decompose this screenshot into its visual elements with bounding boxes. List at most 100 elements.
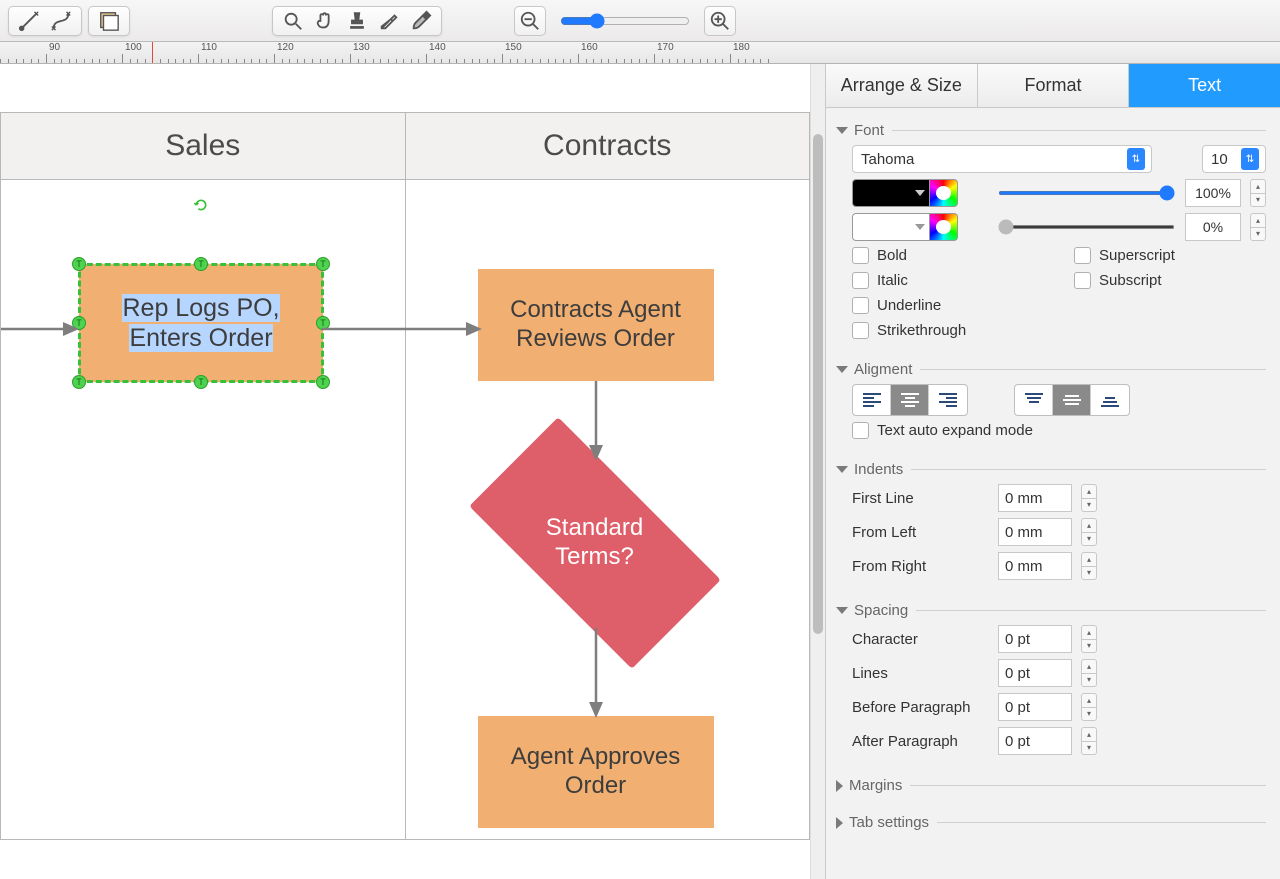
- section-header-margins[interactable]: Margins: [836, 777, 1266, 794]
- text-opacity-value[interactable]: 100%: [1185, 179, 1241, 207]
- rotate-handle[interactable]: [193, 190, 209, 206]
- layers-button[interactable]: [93, 7, 125, 35]
- bg-color-swatch[interactable]: [852, 213, 930, 241]
- vertical-scrollbar[interactable]: [810, 64, 825, 879]
- node-contracts-review[interactable]: Contracts Agent Reviews Order: [478, 269, 714, 381]
- tab-arrange-size[interactable]: Arrange & Size: [826, 64, 978, 107]
- indent-label: From Left: [852, 524, 988, 541]
- step-up-icon: ▴: [1082, 660, 1096, 674]
- arrow-terms-to-approve[interactable]: [589, 628, 603, 721]
- color-wheel-icon[interactable]: [930, 213, 958, 241]
- bg-opacity-value[interactable]: 0%: [1185, 213, 1241, 241]
- bg-opacity-stepper[interactable]: ▴▾: [1250, 213, 1266, 241]
- checkbox-icon: [852, 272, 869, 289]
- arrow-in-rep[interactable]: [1, 322, 79, 339]
- indent-stepper[interactable]: ▴▾: [1081, 518, 1097, 546]
- zoom-in-button[interactable]: [704, 6, 736, 36]
- font-family-select[interactable]: Tahoma ⇅: [852, 145, 1152, 173]
- spacing-input[interactable]: 0 pt: [998, 659, 1072, 687]
- zoom-slider[interactable]: [560, 13, 690, 29]
- canvas[interactable]: Sales Contracts Rep Logs PO, Enters Orde…: [0, 64, 825, 879]
- color-wheel-icon[interactable]: [930, 179, 958, 207]
- section-header-font[interactable]: Font: [836, 122, 1266, 139]
- check-strikethrough[interactable]: Strikethrough: [852, 322, 1044, 339]
- check-subscript[interactable]: Subscript: [1074, 272, 1266, 289]
- connector-direct-button[interactable]: [13, 7, 45, 35]
- spacing-input[interactable]: 0 pt: [998, 727, 1072, 755]
- bg-opacity-slider[interactable]: [998, 225, 1175, 229]
- section-header-indents[interactable]: Indents: [836, 461, 1266, 478]
- indent-input[interactable]: 0 mm: [998, 552, 1072, 580]
- ruler-tick-label: 100: [125, 42, 142, 53]
- spacing-row: Lines0 pt▴▾: [852, 659, 1266, 687]
- arrow-rep-to-review[interactable]: [322, 322, 482, 339]
- section-header-tab-settings[interactable]: Tab settings: [836, 814, 1266, 831]
- spacing-stepper[interactable]: ▴▾: [1081, 659, 1097, 687]
- valign-middle-button[interactable]: [1053, 385, 1091, 415]
- spacing-stepper[interactable]: ▴▾: [1081, 727, 1097, 755]
- section-font: Font Tahoma ⇅ 10 ⇅ 100%: [826, 108, 1280, 347]
- indent-input[interactable]: 0 mm: [998, 518, 1072, 546]
- text-color-control[interactable]: [852, 179, 958, 207]
- text-opacity-stepper[interactable]: ▴▾: [1250, 179, 1266, 207]
- bg-color-control[interactable]: [852, 213, 958, 241]
- check-italic[interactable]: Italic: [852, 272, 1044, 289]
- align-right-button[interactable]: [929, 385, 967, 415]
- step-down-icon: ▾: [1251, 228, 1265, 241]
- resize-handle-ne[interactable]: T: [316, 257, 330, 271]
- arrow-review-to-terms[interactable]: [589, 381, 603, 464]
- align-center-button[interactable]: [891, 385, 929, 415]
- indent-stepper[interactable]: ▴▾: [1081, 484, 1097, 512]
- paintbrush-button[interactable]: [405, 7, 437, 35]
- horizontal-ruler[interactable]: 8090100110120130140150160170180: [0, 42, 1280, 64]
- font-size-select[interactable]: 10 ⇅: [1202, 145, 1266, 173]
- resize-handle-n[interactable]: T: [194, 257, 208, 271]
- node-text: Rep Logs PO, Enters Order: [89, 293, 313, 353]
- valign-bottom-button[interactable]: [1091, 385, 1129, 415]
- scrollbar-thumb[interactable]: [813, 134, 823, 634]
- indent-input[interactable]: 0 mm: [998, 484, 1072, 512]
- section-header-alignment[interactable]: Aligment: [836, 361, 1266, 378]
- ruler-tick-label: 130: [353, 42, 370, 53]
- check-bold[interactable]: Bold: [852, 247, 1044, 264]
- valign-top-button[interactable]: [1015, 385, 1053, 415]
- ruler-tick-label: 160: [581, 42, 598, 53]
- node-agent-approves[interactable]: Agent Approves Order: [478, 716, 714, 828]
- resize-handle-s[interactable]: T: [194, 375, 208, 389]
- spacing-label: After Paragraph: [852, 733, 988, 750]
- connector-curve-button[interactable]: [45, 7, 77, 35]
- lane-header-sales[interactable]: Sales: [1, 113, 406, 179]
- check-underline[interactable]: Underline: [852, 297, 1044, 314]
- section-header-spacing[interactable]: Spacing: [836, 602, 1266, 619]
- zoom-out-button[interactable]: [514, 6, 546, 36]
- resize-handle-nw[interactable]: T: [72, 257, 86, 271]
- tab-text[interactable]: Text: [1129, 64, 1280, 107]
- tab-format[interactable]: Format: [978, 64, 1130, 107]
- search-button[interactable]: [277, 7, 309, 35]
- spacing-input[interactable]: 0 pt: [998, 625, 1072, 653]
- check-superscript[interactable]: Superscript: [1074, 247, 1266, 264]
- layers-icon: [98, 10, 120, 32]
- spacing-stepper[interactable]: ▴▾: [1081, 693, 1097, 721]
- check-label: Superscript: [1099, 247, 1175, 264]
- node-standard-terms[interactable]: Standard Terms?: [480, 458, 710, 628]
- tab-label: Format: [1025, 75, 1082, 96]
- check-auto-expand[interactable]: Text auto expand mode: [852, 422, 1033, 439]
- eyedropper-button[interactable]: [373, 7, 405, 35]
- disclosure-triangle-icon: [836, 817, 843, 829]
- resize-handle-sw[interactable]: T: [72, 375, 86, 389]
- checkbox-icon: [852, 297, 869, 314]
- hand-button[interactable]: [309, 7, 341, 35]
- spacing-input[interactable]: 0 pt: [998, 693, 1072, 721]
- resize-handle-se[interactable]: T: [316, 375, 330, 389]
- indent-row: From Left 0 mm ▴▾: [852, 518, 1266, 546]
- text-opacity-slider[interactable]: [998, 191, 1175, 195]
- spacing-stepper[interactable]: ▴▾: [1081, 625, 1097, 653]
- text-color-swatch[interactable]: [852, 179, 930, 207]
- indent-stepper[interactable]: ▴▾: [1081, 552, 1097, 580]
- lane-header-contracts[interactable]: Contracts: [406, 113, 810, 179]
- stamp-button[interactable]: [341, 7, 373, 35]
- align-left-button[interactable]: [853, 385, 891, 415]
- node-rep-logs[interactable]: Rep Logs PO, Enters Order T T T T T T T …: [79, 264, 323, 382]
- spacing-row: After Paragraph 0 pt ▴▾: [852, 727, 1266, 755]
